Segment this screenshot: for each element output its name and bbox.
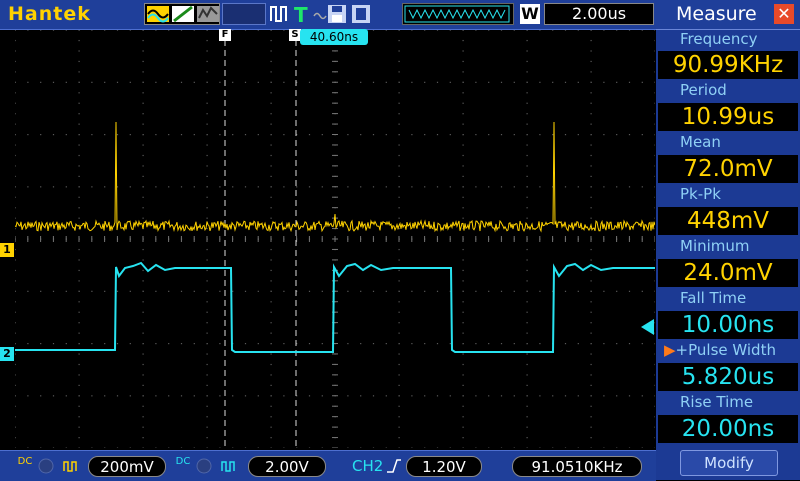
sine-preview-icon <box>404 5 510 23</box>
trigger-source[interactable]: CH2 <box>352 456 383 477</box>
measure-title-bar: Measure ✕ <box>656 0 800 30</box>
bottom-status-bar: DC 200mV DC 2.00V CH2 1.20V 91.0510KHz <box>0 450 656 481</box>
waveform-display <box>14 29 656 449</box>
measure-label-mean: Mean <box>680 133 721 151</box>
measure-label-period: Period <box>680 81 727 99</box>
trigger-status-icons: T <box>270 3 370 25</box>
measure-label-pulsewidth: ▶+Pulse Width <box>664 341 776 359</box>
measure-panel: Measure ✕ Frequency 90.99KHz Period 10.9… <box>656 0 800 480</box>
brand-logo: Hantek <box>8 3 91 25</box>
pulse-trigger-icon <box>270 6 287 22</box>
timebase-waveform-preview[interactable] <box>402 3 514 25</box>
measure-label-pkpk: Pk-Pk <box>680 185 721 203</box>
measure-value-period[interactable]: 10.99us <box>658 103 798 131</box>
ch2-probe-icons <box>196 458 235 474</box>
trigger-level[interactable]: 1.20V <box>406 456 482 477</box>
horizontal-position-flag[interactable]: 40.60ns <box>300 29 368 45</box>
graticule <box>14 29 656 449</box>
acquire-mode-icons[interactable] <box>144 3 220 25</box>
waveform-mode-icon <box>147 5 219 23</box>
measure-value-falltime[interactable]: 10.00ns <box>658 311 798 339</box>
measure-value-pulsewidth[interactable]: 5.820us <box>658 363 798 391</box>
ch2-coupling[interactable]: DC <box>174 457 192 467</box>
measure-label-falltime: Fall Time <box>680 289 747 307</box>
trigger-frequency: 91.0510KHz <box>512 456 642 477</box>
channel-indicator-box[interactable] <box>222 3 266 25</box>
measure-value-minimum[interactable]: 24.0mV <box>658 259 798 287</box>
noise-icon <box>313 12 327 20</box>
measure-label-risetime: Rise Time <box>680 393 754 411</box>
selection-arrow-icon: ▶ <box>664 341 676 359</box>
trigger-delay-readout[interactable]: 2.00us <box>544 3 654 25</box>
measure-value-risetime[interactable]: 20.00ns <box>658 415 798 443</box>
ch1-probe-icons <box>38 458 77 474</box>
measure-value-pkpk[interactable]: 448mV <box>658 207 798 235</box>
ch1-volts-div[interactable]: 200mV <box>88 456 166 477</box>
top-status-bar: Hantek T W 2.00us <box>0 0 656 30</box>
measure-title: Measure <box>676 3 757 25</box>
measure-label-minimum: Minimum <box>680 237 750 255</box>
trigger-letter-icon: T <box>294 3 308 25</box>
trigger-level-arrow-icon[interactable] <box>641 319 654 335</box>
ch2-ground-marker[interactable]: 2 <box>0 347 14 361</box>
cursor-f-marker[interactable]: F <box>219 29 231 41</box>
ch2-trace <box>15 261 655 353</box>
ch1-coupling[interactable]: DC <box>16 457 34 467</box>
measure-value-mean[interactable]: 72.0mV <box>658 155 798 183</box>
ch1-ground-marker[interactable]: 1 <box>0 243 14 257</box>
ch2-volts-div[interactable]: 2.00V <box>248 456 326 477</box>
modify-button[interactable]: Modify <box>680 450 778 476</box>
rising-edge-icon <box>387 459 401 473</box>
close-icon[interactable]: ✕ <box>774 4 794 24</box>
measure-value-frequency[interactable]: 90.99KHz <box>658 51 798 79</box>
window-mode-indicator[interactable]: W <box>520 4 540 24</box>
measure-label-frequency: Frequency <box>680 30 758 48</box>
